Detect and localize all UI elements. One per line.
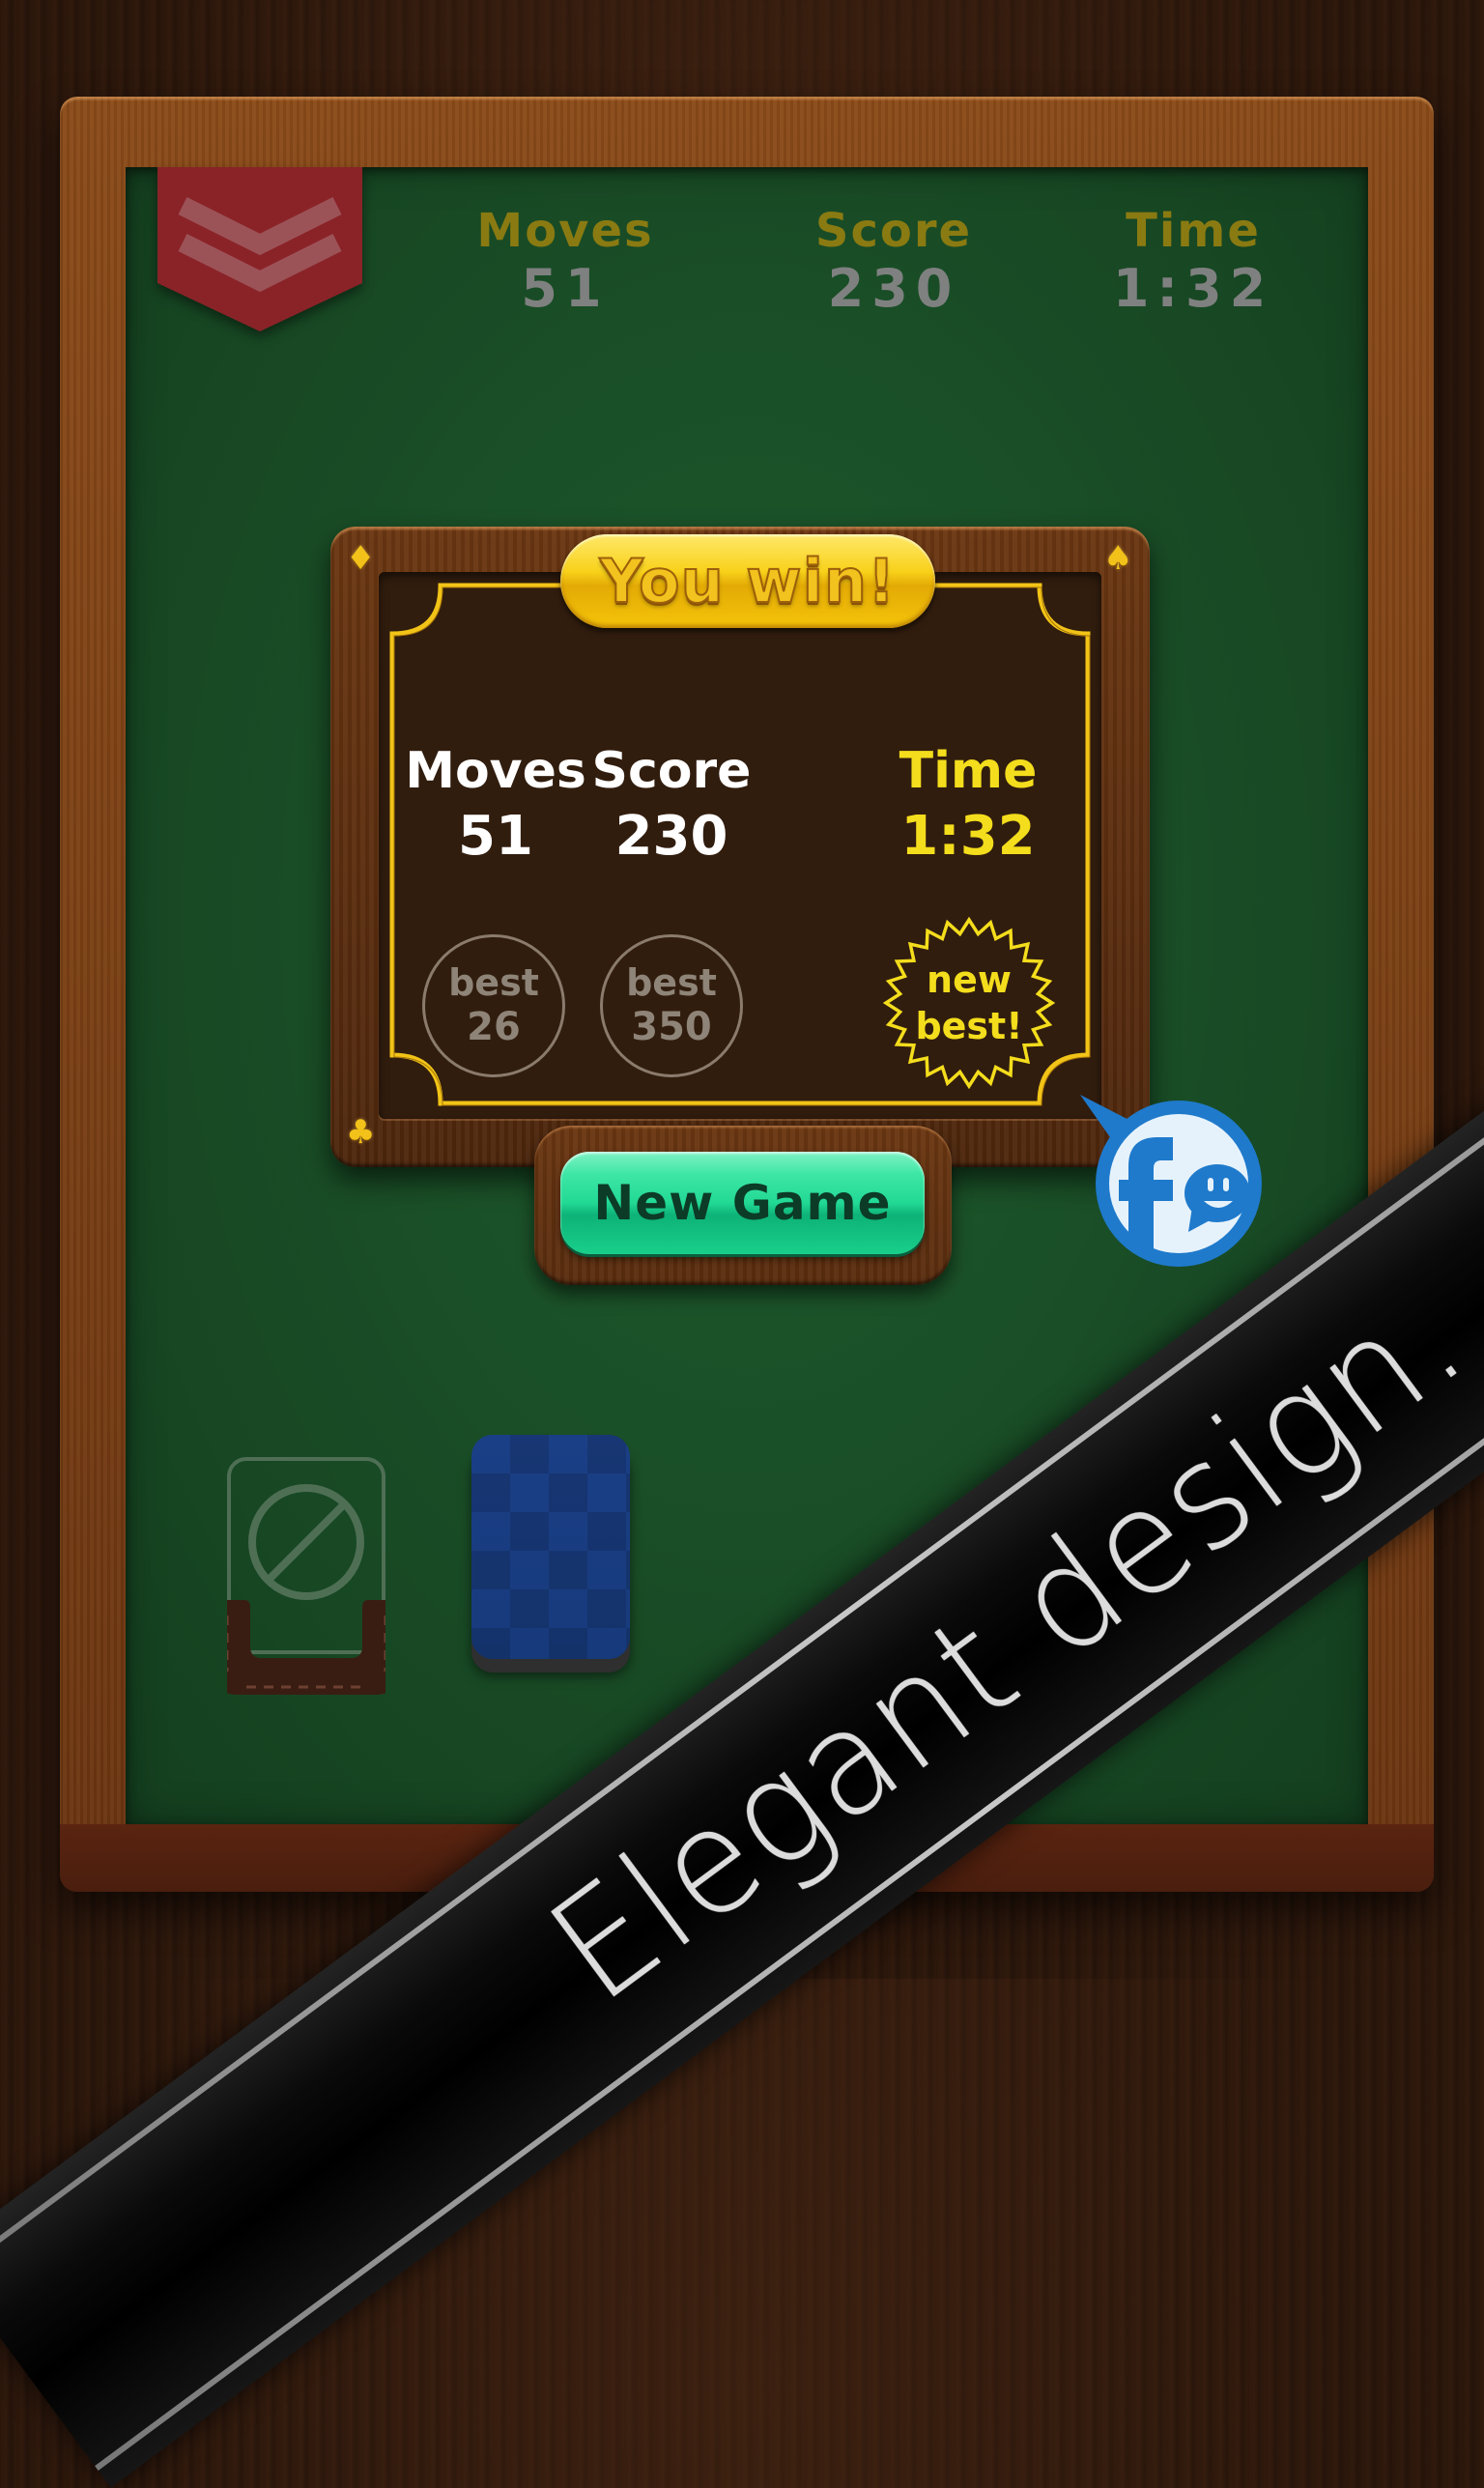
stat-score-label: Score	[591, 742, 752, 800]
dialog-title: You win!	[599, 545, 897, 617]
hud-score-label: Score	[814, 204, 973, 258]
best-score-label: best	[626, 961, 717, 1004]
club-suit-icon: ♣	[346, 1113, 376, 1152]
best-score-value: 350	[631, 1005, 712, 1049]
stat-time-value: 1:32	[900, 805, 1036, 868]
stat-score: Score 230	[570, 741, 773, 872]
stat-time-label: Time	[899, 742, 1038, 800]
best-moves-value: 26	[467, 1005, 521, 1049]
stat-moves: Moves 51	[394, 741, 597, 872]
stat-time: Time 1:32	[867, 741, 1070, 872]
no-entry-icon	[248, 1484, 364, 1600]
waste-pile-card-back[interactable]	[471, 1435, 630, 1659]
menu-ribbon-button[interactable]	[157, 167, 362, 331]
stock-pile-empty[interactable]	[227, 1457, 385, 1695]
hud-moves-label: Moves	[476, 204, 654, 258]
spade-suit-icon: ♠	[1103, 539, 1133, 578]
best-score-badge: best 350	[600, 934, 743, 1077]
you-win-banner: You win!	[560, 534, 935, 628]
hud-score: Score 230	[778, 205, 1010, 321]
hud-moves-value: 51	[521, 258, 610, 319]
stat-moves-value: 51	[458, 805, 533, 868]
hud-moves: Moves 51	[449, 205, 681, 321]
new-best-line1: new	[927, 958, 1012, 1001]
new-best-line2: best!	[915, 1005, 1023, 1047]
best-moves-label: best	[448, 961, 539, 1004]
new-game-button[interactable]: New Game	[560, 1152, 925, 1254]
new-best-badge: new best!	[881, 915, 1057, 1091]
hud-time-value: 1:32	[1112, 258, 1274, 319]
stat-score-value: 230	[614, 805, 728, 868]
stat-moves-label: Moves	[405, 742, 586, 800]
new-game-label: New Game	[593, 1175, 892, 1231]
diamond-suit-icon: ♦	[346, 539, 376, 578]
facebook-share-button[interactable]	[1072, 1087, 1266, 1271]
hud-score-value: 230	[827, 258, 960, 319]
hud-time-label: Time	[1126, 204, 1261, 258]
facebook-share-icon	[1080, 1095, 1262, 1267]
best-moves-badge: best 26	[422, 934, 565, 1077]
win-dialog-panel: Moves 51 Score 230 Time 1:32 best 26 bes…	[379, 572, 1101, 1119]
leather-pocket	[227, 1600, 385, 1695]
win-dialog: ♦ ♠ ♣ Moves 51 Score 230 Time 1:32 best …	[330, 527, 1150, 1167]
hud-time: Time 1:32	[1077, 205, 1309, 321]
